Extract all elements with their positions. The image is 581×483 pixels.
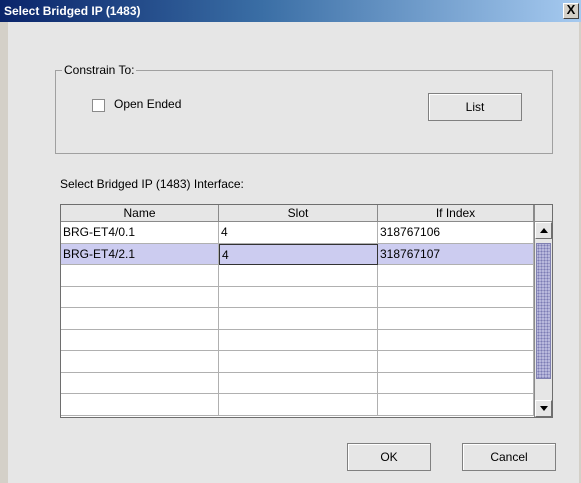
cancel-button[interactable]: Cancel bbox=[462, 443, 556, 471]
scroll-up-button[interactable] bbox=[535, 222, 552, 239]
table-cell[interactable] bbox=[61, 351, 219, 373]
table-cell[interactable] bbox=[61, 286, 219, 308]
table-cell[interactable] bbox=[378, 372, 534, 394]
table-row[interactable] bbox=[61, 265, 534, 287]
table-cell[interactable] bbox=[378, 351, 534, 373]
open-ended-label[interactable]: Open Ended bbox=[114, 97, 181, 111]
table-cell[interactable] bbox=[61, 372, 219, 394]
constrain-group: Constrain To: Open Ended List bbox=[55, 63, 553, 154]
table-cell[interactable] bbox=[378, 265, 534, 287]
table-cell[interactable] bbox=[219, 265, 378, 287]
table-cell[interactable] bbox=[219, 351, 378, 373]
arrow-up-icon bbox=[540, 228, 548, 233]
window-title: Select Bridged IP (1483) bbox=[4, 4, 141, 18]
table-cell[interactable] bbox=[219, 308, 378, 330]
vertical-scrollbar[interactable] bbox=[534, 222, 552, 417]
table-cell[interactable] bbox=[61, 265, 219, 287]
table-cell[interactable]: BRG-ET4/0.1 bbox=[61, 222, 219, 244]
table-row[interactable] bbox=[61, 372, 534, 394]
dialog-content: Constrain To: Open Ended List Select Bri… bbox=[8, 22, 579, 483]
column-header-name[interactable]: Name bbox=[61, 205, 219, 222]
close-button[interactable]: X bbox=[563, 3, 579, 19]
arrow-down-icon bbox=[540, 406, 548, 411]
table-cell[interactable] bbox=[219, 394, 378, 416]
table-header-corner bbox=[534, 205, 552, 222]
table-cell[interactable]: 318767107 bbox=[378, 243, 534, 265]
title-bar: Select Bridged IP (1483) X bbox=[0, 0, 581, 22]
constrain-legend: Constrain To: bbox=[62, 63, 137, 77]
interface-label: Select Bridged IP (1483) Interface: bbox=[60, 177, 244, 191]
table-body: BRG-ET4/0.1 4 318767106 BRG-ET4/2.1 4 3187671… bbox=[61, 222, 534, 416]
table-cell[interactable]: BRG-ET4/2.1 bbox=[61, 243, 219, 265]
table-cell[interactable]: 4 bbox=[219, 243, 378, 265]
table-row[interactable] bbox=[61, 394, 534, 416]
list-button[interactable]: List bbox=[428, 93, 522, 121]
table-cell[interactable] bbox=[61, 394, 219, 416]
table-cell[interactable] bbox=[219, 286, 378, 308]
table-header: Name Slot If Index bbox=[61, 205, 534, 222]
table-cell[interactable] bbox=[378, 308, 534, 330]
table-cell[interactable] bbox=[219, 329, 378, 351]
table-cell[interactable] bbox=[378, 394, 534, 416]
table-cell[interactable] bbox=[61, 329, 219, 351]
table-row[interactable]: BRG-ET4/2.1 4 318767107 bbox=[61, 243, 534, 265]
table-cell[interactable]: 318767106 bbox=[378, 222, 534, 244]
table-row[interactable] bbox=[61, 351, 534, 373]
ok-button[interactable]: OK bbox=[347, 443, 431, 471]
table-row[interactable] bbox=[61, 329, 534, 351]
column-header-if-index[interactable]: If Index bbox=[378, 205, 534, 222]
table-cell[interactable] bbox=[378, 286, 534, 308]
table-row[interactable] bbox=[61, 308, 534, 330]
open-ended-checkbox[interactable] bbox=[92, 99, 105, 112]
scrollbar-thumb[interactable] bbox=[536, 243, 551, 379]
table-row[interactable]: BRG-ET4/0.1 4 318767106 bbox=[61, 222, 534, 244]
interface-table: Name Slot If Index BRG-ET4/0.1 4 318767106… bbox=[60, 204, 553, 418]
column-header-slot[interactable]: Slot bbox=[219, 205, 378, 222]
table-cell[interactable]: 4 bbox=[219, 222, 378, 244]
table-row[interactable] bbox=[61, 286, 534, 308]
scroll-down-button[interactable] bbox=[535, 400, 552, 417]
table-cell[interactable] bbox=[378, 329, 534, 351]
table-cell[interactable] bbox=[61, 308, 219, 330]
table-cell[interactable] bbox=[219, 372, 378, 394]
